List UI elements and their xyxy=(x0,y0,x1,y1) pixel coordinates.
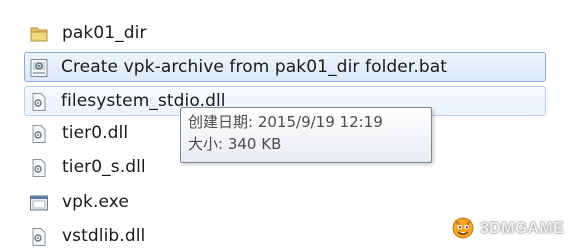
watermark-text: 3DMGAME xyxy=(480,220,564,237)
file-row-vpk-exe[interactable]: vpk.exe xyxy=(0,186,570,216)
file-name: tier0.dll xyxy=(62,123,129,143)
file-size-line: 大小: 340 KB xyxy=(188,133,431,155)
watermark: 3DMGAME xyxy=(450,215,564,243)
dll-file-icon xyxy=(29,158,49,178)
file-row-pak01-dir[interactable]: pak01_dir xyxy=(0,17,570,47)
file-name: tier0_s.dll xyxy=(62,157,146,177)
created-date-value: 2015/9/19 12:19 xyxy=(257,113,383,131)
folder-icon xyxy=(29,24,49,44)
dll-file-icon xyxy=(29,227,49,247)
file-name: vpk.exe xyxy=(62,192,129,212)
file-size-label: 大小: xyxy=(188,135,224,153)
file-row-create-vpk-bat[interactable]: Create vpk-archive from pak01_dir folder… xyxy=(24,52,546,82)
created-date-line: 创建日期: 2015/9/19 12:19 xyxy=(188,111,431,133)
dll-file-icon xyxy=(29,92,49,112)
file-info-tooltip: 创建日期: 2015/9/19 12:19 大小: 340 KB xyxy=(180,107,432,163)
dll-file-icon xyxy=(29,124,49,144)
monster-logo-icon xyxy=(450,214,476,244)
batch-file-icon xyxy=(29,58,49,78)
exe-file-icon xyxy=(29,193,49,213)
file-size-value: 340 KB xyxy=(227,135,282,153)
file-name: Create vpk-archive from pak01_dir folder… xyxy=(61,57,448,77)
created-date-label: 创建日期: xyxy=(188,113,254,131)
file-name: pak01_dir xyxy=(62,23,147,43)
file-name: vstdlib.dll xyxy=(62,226,146,246)
